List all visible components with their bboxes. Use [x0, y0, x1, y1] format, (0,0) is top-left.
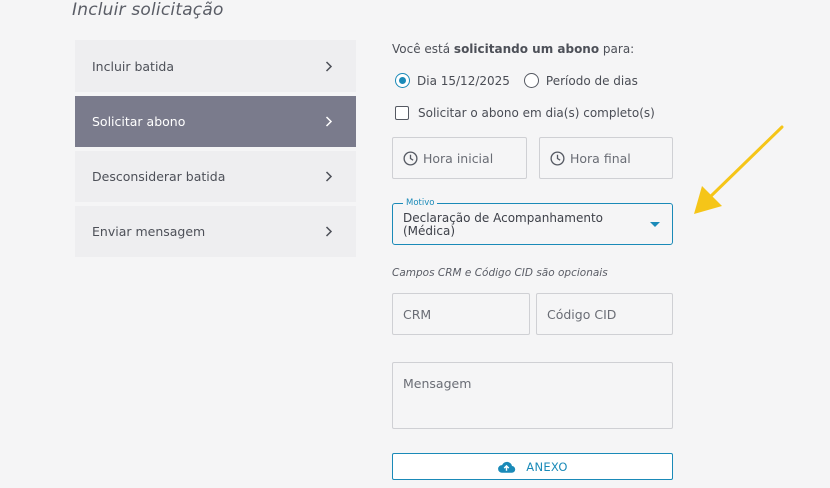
clock-icon [403, 150, 418, 166]
radio-dia[interactable]: Dia 15/12/2025 [395, 73, 510, 88]
menu-item-enviar-mensagem[interactable]: Enviar mensagem [75, 206, 356, 257]
hora-final-placeholder: Hora final [570, 150, 631, 166]
radio-periodo-label: Período de dias [545, 73, 638, 88]
intro-text: Você está [392, 42, 454, 56]
cid-field[interactable]: Código CID [536, 293, 673, 335]
chevron-right-icon [324, 60, 334, 72]
checkbox-icon[interactable] [395, 106, 409, 120]
chevron-right-icon [324, 116, 334, 128]
menu-item-desconsiderar-batida[interactable]: Desconsiderar batida [75, 151, 356, 202]
menu-item-label: Enviar mensagem [92, 224, 206, 239]
hora-final-field[interactable]: Hora final [539, 137, 673, 179]
intro-suffix-text: para: [599, 42, 635, 56]
form-intro: Você está solicitando um abono para: [392, 42, 634, 56]
motivo-label: Motivo [403, 198, 438, 208]
hora-inicial-placeholder: Hora inicial [423, 150, 494, 166]
radio-periodo[interactable]: Período de dias [523, 73, 638, 88]
arrow-annotation-icon [694, 125, 784, 214]
crm-field[interactable]: CRM [392, 293, 530, 335]
mensagem-placeholder: Mensagem [403, 376, 472, 391]
motivo-select[interactable]: Motivo Declaração de Acompanhamento (Méd… [392, 198, 673, 245]
date-mode-radio-group: Dia 15/12/2025 Período de dias [395, 73, 652, 88]
cloud-upload-icon [497, 460, 516, 474]
anexo-label: ANEXO [526, 459, 568, 474]
request-type-menu: Incluir batida Solicitar abono Desconsid… [75, 40, 356, 261]
menu-item-label: Incluir batida [92, 58, 175, 74]
menu-item-solicitar-abono[interactable]: Solicitar abono [75, 96, 356, 147]
menu-item-incluir-batida[interactable]: Incluir batida [75, 40, 356, 92]
caret-down-icon[interactable] [650, 222, 660, 227]
radio-unselected-icon[interactable] [523, 73, 539, 88]
intro-bold-text: solicitando um abono [453, 42, 600, 56]
menu-item-label: Desconsiderar batida [92, 169, 226, 184]
optional-fields-note: Campos CRM e Código CID são opcionais [392, 267, 608, 279]
full-day-checkbox-label: Solicitar o abono em dia(s) completo(s) [418, 106, 655, 120]
cid-placeholder: Código CID [547, 306, 617, 322]
mensagem-field[interactable]: Mensagem [392, 362, 673, 429]
motivo-value: Declaração de Acompanhamento (Médica) [403, 211, 604, 238]
hora-inicial-field[interactable]: Hora inicial [392, 137, 527, 179]
menu-item-label: Solicitar abono [92, 114, 186, 129]
radio-dia-label: Dia 15/12/2025 [417, 73, 510, 88]
chevron-right-icon [324, 226, 334, 238]
page-title: Incluir solicitação [72, 0, 224, 20]
crm-placeholder: CRM [403, 306, 432, 322]
anexo-button[interactable]: ANEXO [392, 453, 673, 480]
chevron-right-icon [324, 171, 334, 183]
radio-selected-icon[interactable] [395, 73, 410, 88]
full-day-checkbox[interactable]: Solicitar o abono em dia(s) completo(s) [395, 106, 655, 120]
clock-icon [550, 150, 565, 166]
